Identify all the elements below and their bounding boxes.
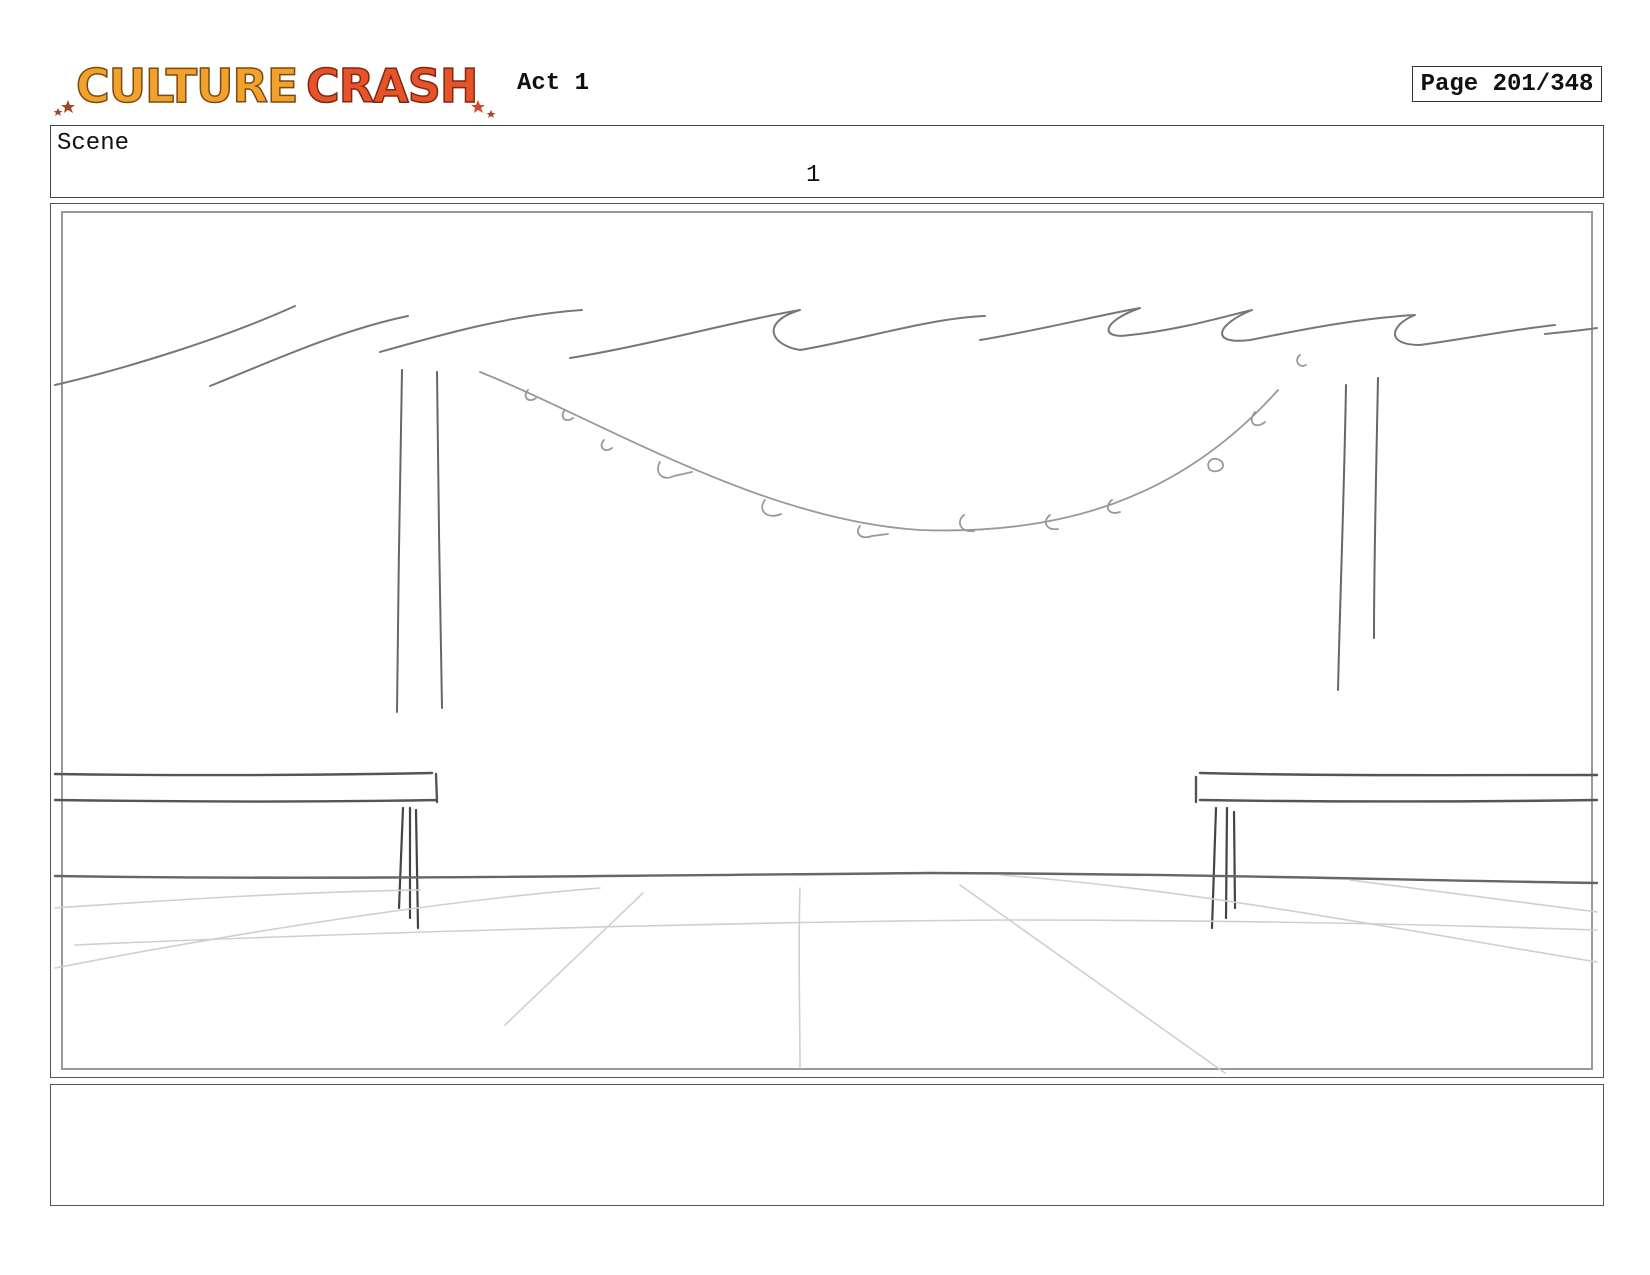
scene-box: Scene 1 bbox=[50, 125, 1604, 198]
star-icon bbox=[486, 110, 496, 118]
logo-artwork: CULTURE CRASH bbox=[54, 58, 496, 118]
scene-label: Scene bbox=[57, 130, 130, 157]
svg-text:CULTURE: CULTURE bbox=[76, 59, 297, 113]
star-icon bbox=[54, 108, 63, 116]
page-header: CULTURE CRASH Act 1 Page 201/348 bbox=[0, 0, 1650, 122]
storyboard-panel bbox=[61, 211, 1593, 1070]
page-counter: Page 201/348 bbox=[1412, 66, 1602, 102]
notes-box bbox=[50, 1084, 1604, 1206]
scene-number: 1 bbox=[806, 162, 821, 189]
act-label: Act 1 bbox=[517, 70, 590, 97]
star-icon bbox=[61, 100, 75, 113]
culture-crash-logo: CULTURE CRASH bbox=[54, 48, 499, 120]
svg-text:CRASH: CRASH bbox=[306, 59, 477, 113]
